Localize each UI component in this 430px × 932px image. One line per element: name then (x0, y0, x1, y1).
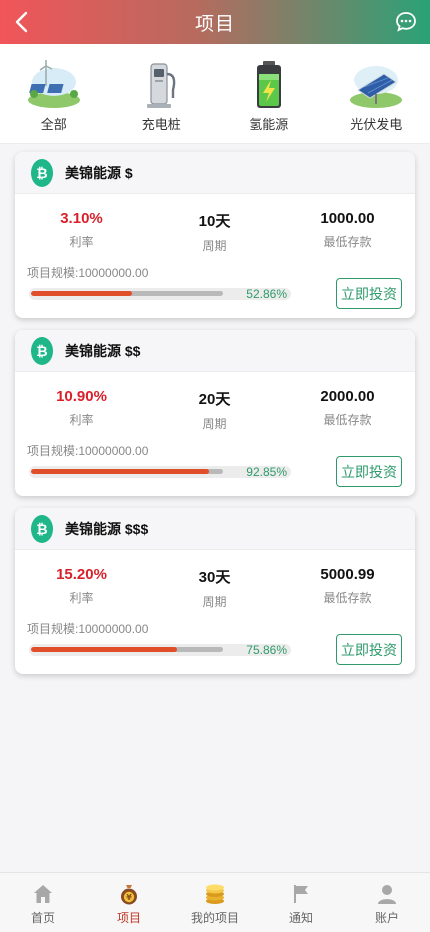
project-name: 美锦能源 $$ (65, 342, 141, 359)
category-label: 全部 (40, 117, 67, 132)
period-value: 30天 (198, 569, 231, 586)
progress-bar: 52.86% (29, 287, 291, 301)
min-deposit-value: 5000.99 (320, 566, 375, 583)
interest-rate-value: 15.20% (56, 566, 107, 583)
period-label: 周期 (202, 595, 227, 609)
project-stats: 3.10% 利率 10天周期 1000.00 最低存款 (15, 194, 415, 254)
category-hydrogen[interactable]: 氢能源 (219, 44, 319, 133)
project-list: ₿ 美锦能源 $ 3.10% 利率 10天周期 1000.00 最低存款 项目规模:… (15, 152, 415, 686)
progress-percent: 75.86% (246, 643, 287, 657)
category-label: 光伏发电 (350, 117, 403, 132)
tab-label: 项目 (116, 911, 141, 925)
back-button[interactable] (8, 8, 36, 36)
period-value: 10天 (198, 213, 231, 230)
invest-now-button[interactable]: 立即投资 (336, 634, 402, 665)
category-charging-pile[interactable]: 充电桩 (111, 44, 211, 133)
min-deposit-value: 2000.00 (320, 388, 375, 405)
project-card: ₿ 美锦能源 $ 3.10% 利率 10天周期 1000.00 最低存款 项目规模:… (15, 152, 415, 318)
progress-percent: 52.86% (246, 287, 287, 301)
project-card-header: ₿ 美锦能源 $$ (15, 330, 415, 372)
tab-label: 账户 (374, 911, 399, 925)
project-scale: 项目规模:10000000.00 (27, 266, 149, 280)
solar-landscape-icon (27, 60, 80, 108)
invest-now-button[interactable]: 立即投资 (336, 456, 402, 487)
min-deposit-label: 最低存款 (323, 413, 372, 427)
project-card: ₿ 美锦能源 $$ 10.90% 利率 20天周期 2000.00 最低存款 项目规… (15, 330, 415, 496)
project-stats: 15.20% 利率 30天周期 5000.99 最低存款 (15, 550, 415, 610)
progress-fill (31, 647, 177, 652)
solar-panel-icon (350, 66, 403, 108)
period-value: 20天 (198, 391, 231, 408)
money-bag-icon: ¥ (121, 885, 137, 905)
interest-rate-label: 利率 (69, 413, 94, 427)
bitcoin-icon: ₿ (31, 514, 53, 543)
category-photovoltaic[interactable]: 光伏发电 (326, 44, 426, 133)
battery-icon (256, 61, 281, 108)
project-scale: 项目规模:10000000.00 (27, 444, 149, 458)
category-all[interactable]: 全部 (4, 44, 104, 133)
progress-percent: 92.85% (246, 465, 287, 479)
tab-label: 通知 (288, 911, 313, 925)
tab-label: 我的项目 (190, 911, 239, 925)
project-name: 美锦能源 $ (65, 164, 133, 181)
interest-rate-label: 利率 (69, 591, 94, 605)
charging-pile-icon (147, 63, 176, 108)
svg-text:₿: ₿ (36, 166, 47, 182)
svg-text:₿: ₿ (36, 344, 47, 360)
tab-notifications[interactable]: 通知 (258, 873, 344, 932)
bitcoin-icon: ₿ (31, 336, 53, 365)
app-header: 项目 (0, 0, 430, 44)
home-icon (34, 885, 52, 903)
min-deposit-label: 最低存款 (323, 591, 372, 605)
chat-bubble-icon[interactable] (394, 10, 418, 34)
period-label: 周期 (202, 239, 227, 253)
category-label: 氢能源 (249, 117, 289, 132)
tab-my-projects[interactable]: 我的项目 (172, 873, 258, 932)
tab-label: 首页 (30, 911, 55, 925)
category-label: 充电桩 (141, 117, 181, 132)
flag-icon (294, 885, 308, 903)
project-name: 美锦能源 $$$ (65, 520, 149, 537)
bitcoin-icon: ₿ (31, 158, 53, 187)
tab-home[interactable]: 首页 (0, 873, 86, 932)
progress-bar: 75.86% (29, 643, 291, 657)
progress-bar: 92.85% (29, 465, 291, 479)
min-deposit-label: 最低存款 (323, 235, 372, 249)
project-card-header: ₿ 美锦能源 $$$ (15, 508, 415, 550)
interest-rate-label: 利率 (69, 235, 94, 249)
progress-fill (31, 291, 133, 296)
svg-text:₿: ₿ (36, 522, 47, 538)
tab-account[interactable]: 账户 (344, 873, 430, 932)
min-deposit-value: 1000.00 (320, 210, 375, 227)
project-card-header: ₿ 美锦能源 $ (15, 152, 415, 194)
project-card: ₿ 美锦能源 $$$ 15.20% 利率 30天周期 5000.99 最低存款 项目… (15, 508, 415, 674)
interest-rate-value: 10.90% (56, 388, 107, 405)
category-bar: 全部 充电桩 氢能源 光伏发电 (0, 44, 430, 144)
interest-rate-value: 3.10% (60, 210, 103, 227)
period-label: 周期 (202, 417, 227, 431)
tab-projects[interactable]: ¥ 项目 (86, 873, 172, 932)
progress-fill (31, 469, 210, 474)
project-stats: 10.90% 利率 20天周期 2000.00 最低存款 (15, 372, 415, 432)
bottom-tab-bar: 首页 ¥ 项目 我的项目 通知 账户 (0, 872, 430, 932)
svg-text:¥: ¥ (126, 893, 132, 902)
user-icon (378, 885, 396, 904)
invest-now-button[interactable]: 立即投资 (336, 278, 402, 309)
project-scale: 项目规模:10000000.00 (27, 622, 149, 636)
coins-icon (206, 884, 224, 904)
page-title: 项目 (194, 13, 235, 35)
chevron-left-icon (15, 11, 28, 33)
